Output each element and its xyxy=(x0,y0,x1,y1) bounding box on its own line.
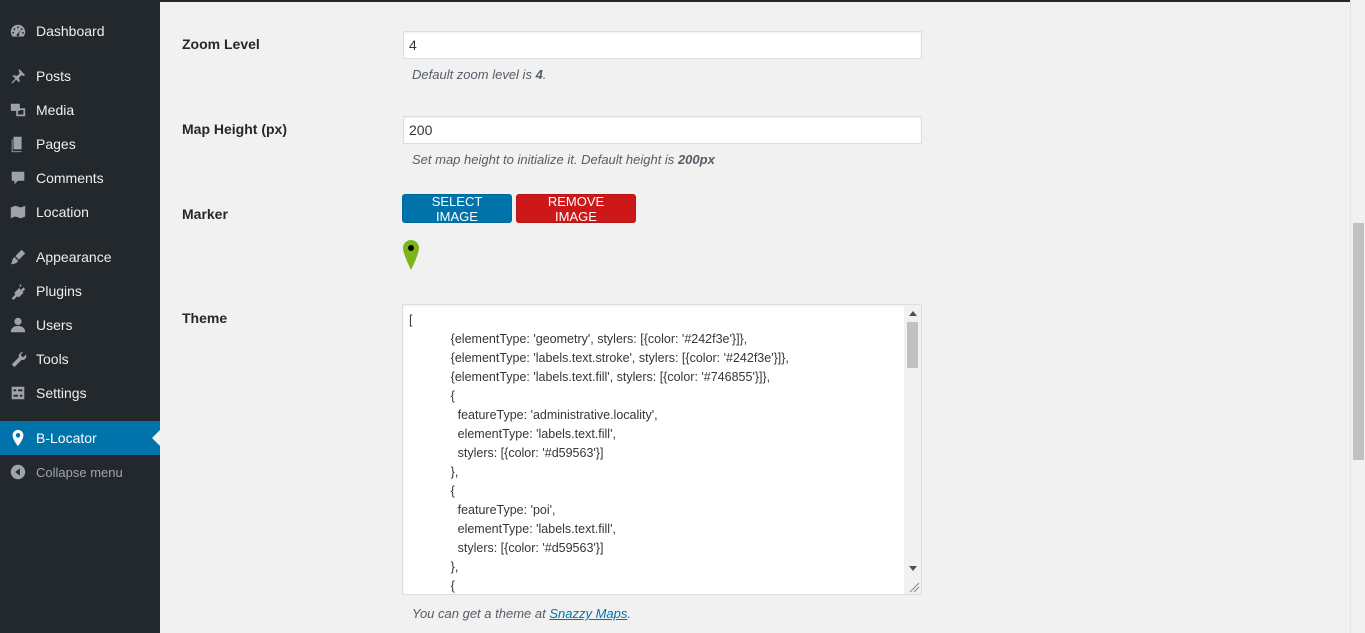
sidebar-item-label: Appearance xyxy=(36,249,112,265)
collapse-icon xyxy=(0,463,36,481)
sidebar-item-label: Pages xyxy=(36,136,76,152)
select-image-button[interactable]: SELECT IMAGE xyxy=(402,194,512,224)
map-icon xyxy=(0,203,36,221)
theme-description: You can get a theme at Snazzy Maps. xyxy=(412,606,631,621)
user-icon xyxy=(0,316,36,334)
sidebar-item-users[interactable]: Users xyxy=(0,308,160,342)
brush-icon xyxy=(0,248,36,266)
sidebar-item-label: Settings xyxy=(36,385,87,401)
sidebar-item-label: Tools xyxy=(36,351,69,367)
sidebar-item-tools[interactable]: Tools xyxy=(0,342,160,376)
zoom-level-input[interactable] xyxy=(403,31,922,59)
desc-text: Default zoom level is xyxy=(412,67,536,82)
sidebar-item-label: Plugins xyxy=(36,283,82,299)
wrench-icon xyxy=(0,350,36,368)
marker-label: Marker xyxy=(182,206,228,222)
zoom-level-description: Default zoom level is 4. xyxy=(412,67,546,82)
sidebar-item-comments[interactable]: Comments xyxy=(0,161,160,195)
collapse-menu-button[interactable]: Collapse menu xyxy=(0,455,160,489)
map-height-label: Map Height (px) xyxy=(182,121,287,137)
sidebar-item-location[interactable]: Location xyxy=(0,195,160,229)
desc-bold: 200px xyxy=(677,152,715,167)
resize-handle-icon[interactable] xyxy=(906,579,920,593)
snazzy-maps-link[interactable]: Snazzy Maps xyxy=(549,606,627,621)
desc-bold: 4 xyxy=(535,67,543,82)
sidebar-item-media[interactable]: Media xyxy=(0,93,160,127)
sidebar-item-dashboard[interactable]: Dashboard xyxy=(0,14,160,48)
theme-label: Theme xyxy=(182,310,228,326)
sidebar-item-label: Dashboard xyxy=(36,23,105,39)
map-marker-icon xyxy=(403,240,419,270)
textarea-scroll-thumb[interactable] xyxy=(907,322,918,368)
sidebar-item-plugins[interactable]: Plugins xyxy=(0,274,160,308)
zoom-level-label: Zoom Level xyxy=(182,36,260,52)
admin-sidebar: Dashboard Posts Media Pages Comments Loc… xyxy=(0,0,160,633)
sidebar-item-pages[interactable]: Pages xyxy=(0,127,160,161)
remove-image-button[interactable]: REMOVE IMAGE xyxy=(516,194,636,224)
sidebar-item-label: Comments xyxy=(36,170,104,186)
sidebar-item-posts[interactable]: Posts xyxy=(0,59,160,93)
sidebar-item-label: Location xyxy=(36,204,89,220)
sidebar-item-appearance[interactable]: Appearance xyxy=(0,240,160,274)
settings-icon xyxy=(0,384,36,402)
map-height-description: Set map height to initialize it. Default… xyxy=(412,152,715,167)
comment-icon xyxy=(0,169,36,187)
page-scrollbar[interactable] xyxy=(1350,0,1365,633)
desc-suffix: . xyxy=(542,67,547,82)
sidebar-item-label: B-Locator xyxy=(36,430,97,446)
sidebar-item-label: Users xyxy=(36,317,73,333)
location-pin-icon xyxy=(0,429,36,447)
sidebar-item-label: Media xyxy=(36,102,75,118)
dashboard-icon xyxy=(0,22,36,40)
theme-textarea[interactable]: [ {elementType: 'geometry', stylers: [{c… xyxy=(402,304,922,595)
settings-form: Zoom Level Default zoom level is 4. Map … xyxy=(160,0,1350,633)
scroll-down-arrow-icon[interactable] xyxy=(904,560,921,577)
page-scroll-thumb[interactable] xyxy=(1353,223,1364,460)
scroll-up-arrow-icon[interactable] xyxy=(904,305,921,322)
desc-text: You can get a theme at xyxy=(412,606,550,621)
desc-suffix: . xyxy=(627,606,631,621)
media-icon xyxy=(0,101,36,119)
plugin-icon xyxy=(0,282,36,300)
pages-icon xyxy=(0,135,36,153)
sidebar-item-label: Posts xyxy=(36,68,72,84)
pin-icon xyxy=(0,67,36,85)
map-height-input[interactable] xyxy=(403,116,922,144)
sidebar-item-settings[interactable]: Settings xyxy=(0,376,160,410)
collapse-menu-label: Collapse menu xyxy=(36,464,123,480)
theme-textarea-content[interactable]: [ {elementType: 'geometry', stylers: [{c… xyxy=(403,305,905,594)
textarea-scrollbar[interactable] xyxy=(904,305,921,594)
desc-text: Set map height to initialize it. Default… xyxy=(412,152,678,167)
sidebar-item-b-locator[interactable]: B-Locator xyxy=(0,421,160,455)
